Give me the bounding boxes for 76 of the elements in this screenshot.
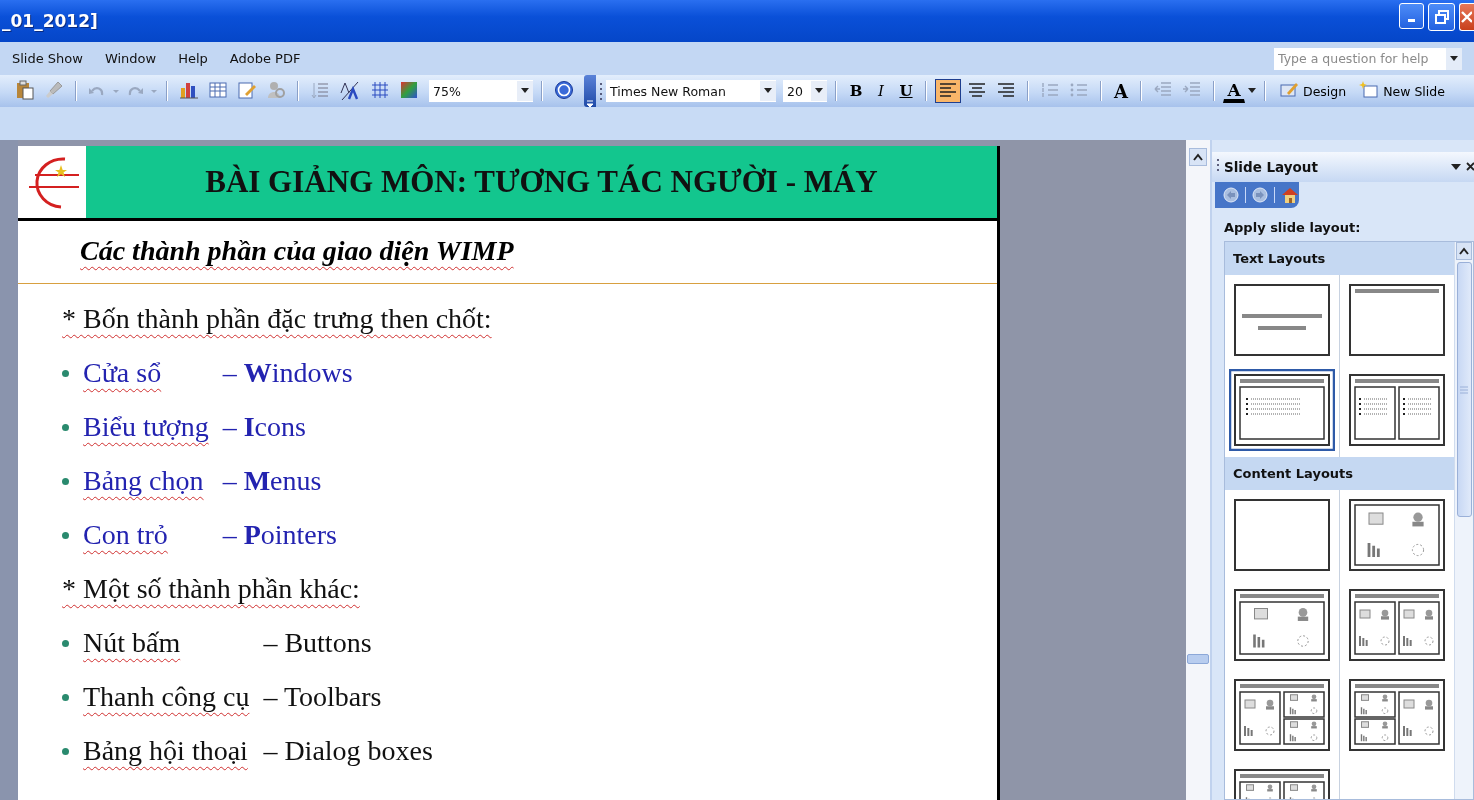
layout-thumbnail[interactable] (1229, 369, 1336, 451)
close-button[interactable] (1459, 3, 1474, 31)
section-heading: * Một số thành phần khác: (62, 572, 360, 606)
pane-title: Slide Layout (1224, 159, 1319, 175)
back-icon[interactable] (1223, 187, 1239, 203)
show-formatting-icon (339, 80, 361, 102)
slide-title: BÀI GIẢNG MÔN: TƯƠNG TÁC NGƯỜI - MÁY (205, 164, 878, 200)
restore-button[interactable] (1428, 3, 1455, 31)
font-size-field[interactable]: 20 (783, 80, 827, 102)
help-icon (554, 80, 574, 102)
slide-subtitle: Các thành phần của giao diện WIMP (18, 221, 997, 284)
design-button[interactable]: Design (1274, 79, 1352, 103)
zoom-field[interactable]: 75% (429, 80, 533, 102)
window-title: _01_2012] (1, 11, 99, 31)
bullet-icon (62, 747, 69, 755)
scrollbar-thumb[interactable] (1187, 654, 1209, 664)
layout-group-header: Text Layouts (1225, 242, 1455, 275)
bullet-icon (62, 423, 69, 431)
home-icon[interactable] (1281, 187, 1299, 203)
menu-item[interactable]: Adobe PDF (218, 51, 312, 66)
forward-icon[interactable] (1252, 187, 1268, 203)
bullet-icon (62, 693, 69, 701)
grip-lines-icon (1460, 385, 1469, 394)
bar-chart-icon (179, 80, 199, 102)
english-term: – Icons (222, 410, 306, 444)
dropdown-caret-icon[interactable] (1248, 88, 1256, 94)
close-icon (1460, 10, 1472, 24)
redo-icon (126, 86, 144, 96)
minimize-icon (1408, 19, 1415, 22)
grip-icon (599, 80, 603, 102)
dropdown-caret-icon[interactable] (1450, 162, 1462, 172)
font-color-button[interactable]: A (1223, 79, 1245, 103)
english-term: – Pointers (222, 518, 337, 552)
term-text: Bảng hội thoại (83, 734, 248, 768)
restore-icon (1434, 10, 1449, 24)
english-term: – Buttons (263, 626, 372, 660)
align-left-button[interactable] (935, 79, 961, 103)
dropdown-caret-icon (521, 88, 529, 94)
english-term: – Menus (222, 464, 322, 498)
bullet-icon (62, 639, 69, 647)
menu-item[interactable]: Slide Show (0, 51, 94, 66)
term-text: Cửa sổ (83, 356, 162, 390)
term-text: Bảng chọn (83, 464, 204, 498)
bullet-icon (62, 531, 69, 539)
minimize-button[interactable] (1399, 3, 1424, 29)
term-text: Nút bấm (83, 626, 181, 660)
pane-prompt: Apply slide layout: (1223, 219, 1362, 237)
document-pencil-icon (237, 80, 257, 102)
menu-item[interactable]: Window (93, 51, 168, 66)
bullet-icon (62, 369, 69, 377)
scrollbar-thumb[interactable] (1456, 262, 1472, 517)
menu-item[interactable]: Help (167, 51, 219, 66)
help-search-field[interactable]: Type a question for help (1274, 47, 1446, 70)
term-text: Biểu tượng (83, 410, 209, 444)
layout-group-header: Content Layouts (1225, 457, 1455, 490)
dropdown-caret-icon (764, 88, 772, 94)
underline-button[interactable]: U (895, 79, 917, 103)
font-field[interactable]: Times New Roman (606, 80, 776, 102)
english-term: – Toolbars (263, 680, 382, 714)
dropdown-caret-icon (815, 88, 823, 94)
section-heading: * Bốn thành phần đặc trưng then chốt: (62, 302, 492, 336)
english-term: – Dialog boxes (263, 734, 433, 768)
close-icon[interactable] (1466, 162, 1474, 172)
dropdown-caret-icon[interactable] (1450, 55, 1458, 62)
bullet-icon (62, 477, 69, 485)
term-text: Thanh công cụ (83, 680, 250, 714)
grow-font-button[interactable]: A (1110, 79, 1132, 103)
scroll-up-icon[interactable] (1459, 247, 1470, 255)
english-term: – Windows (222, 356, 353, 390)
bold-button[interactable]: B (845, 79, 867, 103)
term-text: Con trỏ (83, 518, 168, 552)
paste-icon (15, 80, 35, 102)
scroll-up-icon[interactable] (1193, 153, 1203, 161)
italic-button[interactable]: I (870, 79, 892, 103)
undo-icon (88, 86, 106, 96)
new-slide-button[interactable]: New Slide (1354, 79, 1450, 103)
